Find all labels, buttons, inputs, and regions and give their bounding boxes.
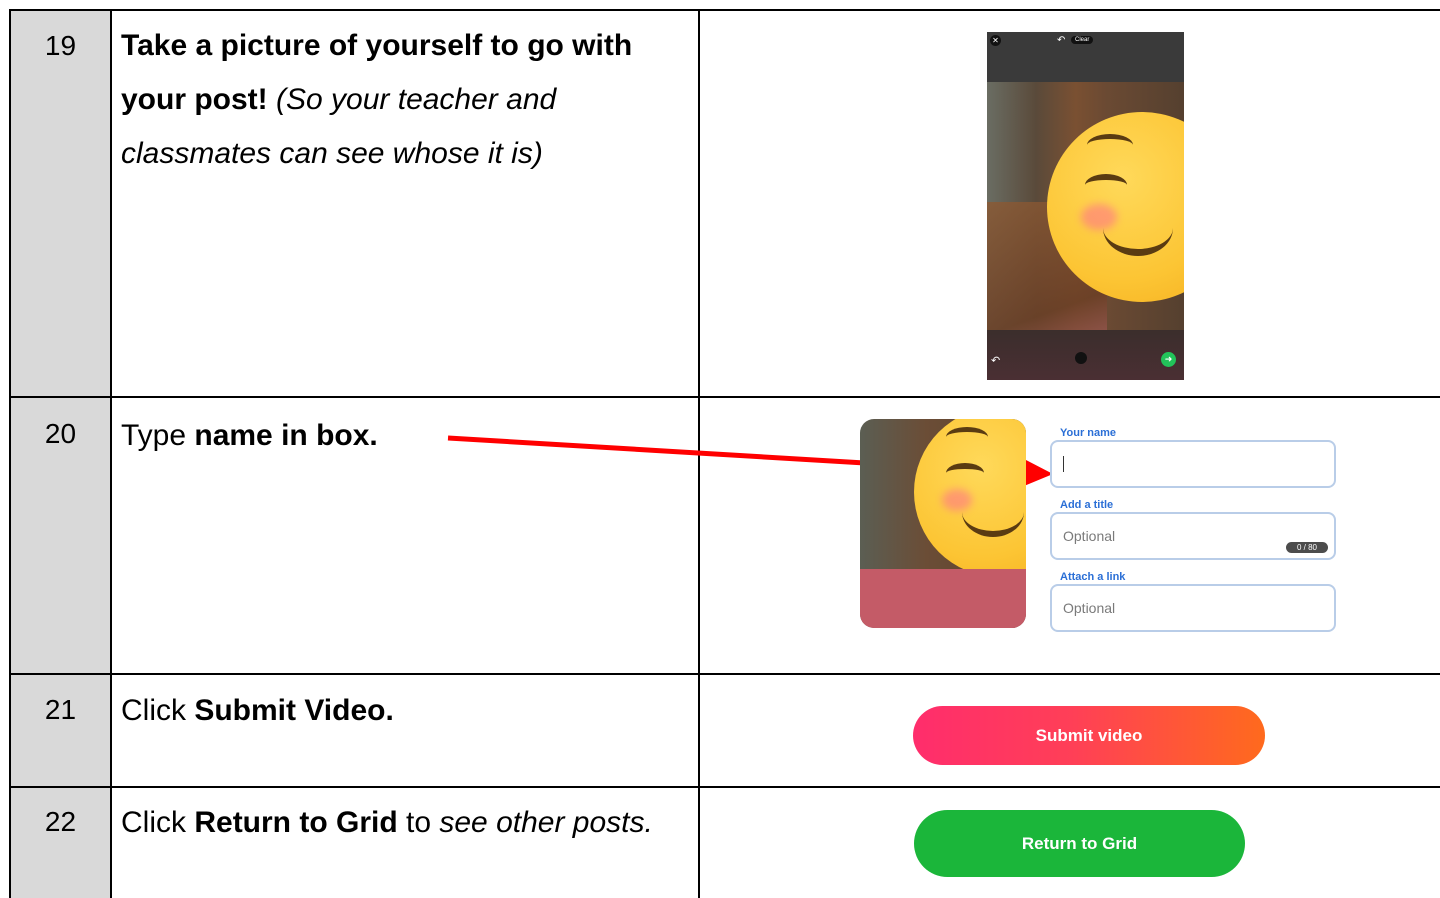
camera-screenshot: ✕ ↶ Clear A ↶ ➜ — [987, 32, 1184, 380]
title-input[interactable]: Optional 0 / 80 — [1050, 512, 1336, 560]
selfie-photo — [987, 82, 1184, 380]
attach-link-label: Attach a link — [1060, 571, 1126, 583]
step-19-instruction: Take a picture of yourself to go with yo… — [121, 19, 691, 181]
step-number-20: 20 — [44, 418, 77, 449]
title-placeholder: Optional — [1063, 528, 1116, 544]
step-21-bold: Submit Video. — [194, 694, 394, 727]
undo-icon[interactable]: ↶ — [1057, 35, 1065, 46]
row-divider-20-21 — [9, 673, 1440, 675]
row-divider-19-20 — [9, 396, 1440, 398]
step-21-prefix: Click — [121, 694, 195, 727]
link-placeholder: Optional — [1063, 600, 1116, 616]
camera-bottom-bar: ↶ ➜ — [987, 330, 1184, 380]
retake-icon[interactable]: ↶ — [991, 354, 1000, 367]
table-top-border — [9, 9, 1440, 11]
step-number-19: 19 — [44, 30, 77, 61]
row-divider-21-22 — [9, 786, 1440, 788]
table-left-border — [9, 9, 11, 898]
submit-video-button[interactable]: Submit video — [913, 706, 1265, 765]
column-divider-number — [110, 9, 112, 898]
step-number-21: 21 — [44, 694, 77, 725]
your-name-label: Your name — [1060, 427, 1117, 439]
text-caret — [1063, 456, 1064, 472]
step-21-instruction: Click Submit Video. — [121, 684, 691, 738]
step-22-italic: see other posts. — [439, 806, 653, 839]
camera-top-bar: ✕ ↶ Clear — [987, 32, 1184, 82]
number-cell-shading — [10, 10, 111, 898]
step-number-22: 22 — [44, 806, 77, 837]
pointer-arrow-head — [1024, 460, 1053, 486]
next-arrow-icon[interactable]: ➜ — [1161, 352, 1176, 367]
face-emoji-small — [914, 419, 1026, 577]
step-20-bold: name in box. — [194, 419, 378, 452]
title-char-counter: 0 / 80 — [1286, 542, 1328, 553]
flip-icon[interactable] — [1075, 352, 1087, 364]
step-22-bold: Return to Grid — [194, 806, 398, 839]
step-22-middle: to — [397, 806, 440, 839]
add-title-label: Add a title — [1060, 499, 1114, 511]
profile-photo-preview — [860, 419, 1026, 628]
clear-button[interactable]: Clear — [1071, 36, 1094, 44]
link-input[interactable]: Optional — [1050, 584, 1336, 632]
close-icon[interactable]: ✕ — [990, 35, 1001, 46]
return-to-grid-button[interactable]: Return to Grid — [914, 810, 1245, 877]
step-22-instruction: Click Return to Grid to see other posts. — [121, 796, 691, 850]
name-input[interactable] — [1050, 440, 1336, 488]
step-20-prefix: Type — [121, 419, 195, 452]
step-22-prefix: Click — [121, 806, 195, 839]
